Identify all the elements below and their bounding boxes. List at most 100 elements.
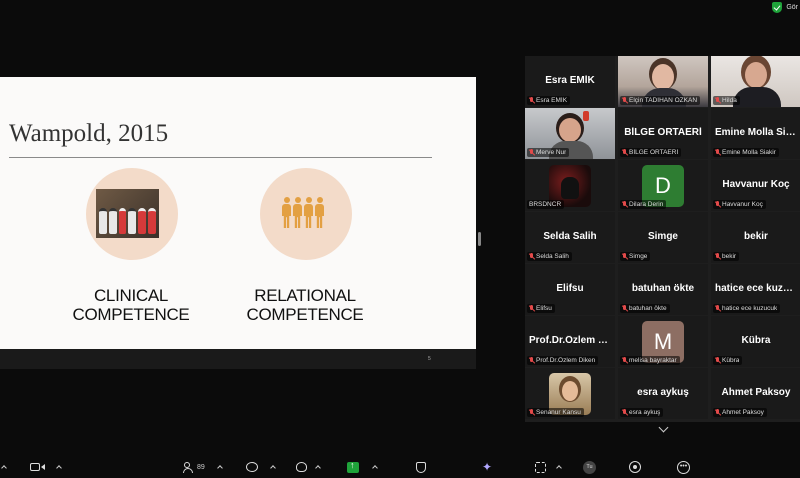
participants-button[interactable]: 89 (183, 460, 205, 474)
participant-name-label: melisa bayraktar (629, 357, 677, 364)
participant-tile[interactable]: bekir bekir (711, 212, 800, 263)
record-button[interactable] (629, 460, 641, 474)
share-options-caret[interactable] (372, 460, 378, 474)
video-button[interactable] (30, 460, 45, 474)
heart-icon (296, 462, 307, 472)
apps-options-caret[interactable] (556, 460, 562, 474)
slide-divider (9, 157, 432, 158)
participant-display-name: Simge (647, 231, 678, 242)
participant-tile[interactable]: Emine Molla Siakir Emine Molla Siakir (711, 108, 800, 159)
mic-muted-icon (715, 97, 720, 104)
people-group-icon (282, 197, 324, 229)
participants-icon (183, 461, 195, 473)
clinical-competence-label: CLINICAL COMPETENCE (72, 286, 190, 324)
participant-tile[interactable]: batuhan ökte batuhan ökte (618, 264, 708, 315)
apps-icon (535, 461, 546, 473)
reactions-button[interactable] (296, 460, 307, 474)
participant-name-tag: Elçin TADIHAN ÖZKAN (620, 96, 701, 105)
participant-tile[interactable]: Elçin TADIHAN ÖZKAN (618, 56, 708, 107)
participant-tile[interactable]: BRSDNCR (525, 160, 615, 211)
shield-check-icon[interactable] (772, 1, 783, 13)
mic-muted-icon (622, 97, 627, 104)
apps-button[interactable] (535, 460, 546, 474)
mic-muted-icon (622, 357, 627, 364)
participant-tile[interactable]: Selda Salih Selda Salih (525, 212, 615, 263)
participant-name-tag: Ahmet Paksoy (713, 408, 767, 417)
splitter-handle[interactable] (478, 232, 481, 246)
participant-tile[interactable]: Havvanur Koç Havvanur Koç (711, 160, 800, 211)
mic-muted-icon (529, 97, 534, 104)
participant-gallery: Esra EMİK Esra EMİK Elçin TADIHAN ÖZKAN Hil… (525, 56, 800, 422)
participant-display-name: Ahmet Paksoy (721, 387, 791, 398)
video-options-caret[interactable] (56, 460, 62, 474)
participant-display-name: Elifsu (556, 283, 584, 294)
participant-display-name: esra aykuş (637, 387, 689, 398)
participant-tile[interactable]: Hilda (711, 56, 800, 107)
mic-muted-icon (529, 149, 534, 156)
participant-tile[interactable]: hatice ece kuzucuk hatice ece kuzucuk (711, 264, 800, 315)
share-screen-button[interactable] (347, 460, 359, 474)
mic-muted-icon (529, 305, 534, 312)
user-avatar: Tu (583, 460, 596, 474)
participant-name-label: Simge (629, 253, 648, 260)
user-avatar-button[interactable]: Tu (583, 460, 596, 474)
participant-name-label: Ahmet Paksoy (722, 409, 764, 416)
mic-muted-icon (715, 305, 720, 312)
participant-name-label: BRSDNCR (529, 201, 562, 208)
participants-count: 89 (197, 463, 205, 471)
participant-name-tag: BİLGE ORTAERİ (620, 148, 682, 157)
security-button[interactable] (416, 460, 426, 474)
participant-tile[interactable]: Esra EMİK Esra EMİK (525, 56, 615, 107)
participant-name-label: Senanur Kansu (536, 409, 581, 416)
top-status-text: Gör (786, 3, 798, 11)
participant-tile[interactable]: Elifsu Elifsu (525, 264, 615, 315)
participant-display-name: batuhan ökte (631, 283, 695, 294)
participant-name-tag: Senanur Kansu (527, 408, 584, 417)
chat-options-caret[interactable] (270, 460, 276, 474)
mic-muted-icon (715, 201, 720, 208)
mic-muted-icon (715, 409, 720, 416)
participant-tile[interactable]: Ahmet Paksoy Ahmet Paksoy (711, 368, 800, 419)
participant-name-label: Hilda (722, 97, 737, 104)
participant-tile[interactable]: Senanur Kansu (525, 368, 615, 419)
participant-name-tag: Elifsu (527, 304, 555, 313)
participant-tile[interactable]: Merve Nur (525, 108, 615, 159)
participant-name-label: Elçin TADIHAN ÖZKAN (629, 97, 698, 104)
participant-tile[interactable]: BİLGE ORTAERİ BİLGE ORTAERİ (618, 108, 708, 159)
participants-options-caret[interactable] (217, 460, 223, 474)
participant-name-tag: Esra EMİK (527, 96, 571, 105)
meeting-toolbar: 89 ✦ Tu ••• (0, 456, 800, 478)
participant-name-tag: Emine Molla Siakir (713, 148, 779, 157)
participant-name-label: Havvanur Koç (722, 201, 763, 208)
participant-tile[interactable]: Prof.Dr.Özlem Diken Prof.Dr.Özlem Diken (525, 316, 615, 367)
participant-display-name: Havvanur Koç (722, 179, 790, 190)
shoes-image (96, 189, 159, 238)
participant-display-name: hatice ece kuzucuk (715, 283, 800, 294)
record-icon (629, 461, 641, 473)
participant-name-tag: Prof.Dr.Özlem Diken (527, 356, 599, 365)
participant-name-tag: Hilda (713, 96, 740, 105)
participant-display-name: Esra EMİK (545, 75, 595, 86)
reactions-options-caret[interactable] (315, 460, 321, 474)
sparkle-icon: ✦ (482, 460, 493, 474)
participant-tile[interactable]: Kübra Kübra (711, 316, 800, 367)
gallery-scroll-down-icon[interactable] (658, 422, 669, 433)
participant-tile[interactable]: esra aykuş esra aykuş (618, 368, 708, 419)
participant-display-name: Selda Salih (543, 231, 597, 242)
chat-button[interactable] (246, 460, 258, 474)
participant-tile[interactable]: Mmelisa bayraktar (618, 316, 708, 367)
mic-muted-icon (715, 149, 720, 156)
more-button[interactable]: ••• (677, 460, 690, 474)
mic-muted-icon (529, 357, 534, 364)
chat-icon (246, 462, 258, 472)
slide-footer-bar: 5 (0, 349, 476, 369)
ai-companion-button[interactable]: ✦ (482, 460, 492, 474)
participant-tile[interactable]: D Dilara Derin (618, 160, 708, 211)
participant-name-label: Prof.Dr.Özlem Diken (536, 357, 596, 364)
participant-name-label: esra aykuş (629, 409, 661, 416)
mic-muted-icon (715, 253, 720, 260)
mic-muted-icon (622, 305, 627, 312)
participant-name-label: hatice ece kuzucuk (722, 305, 778, 312)
participant-tile[interactable]: Simge Simge (618, 212, 708, 263)
audio-options-caret[interactable] (1, 460, 7, 474)
